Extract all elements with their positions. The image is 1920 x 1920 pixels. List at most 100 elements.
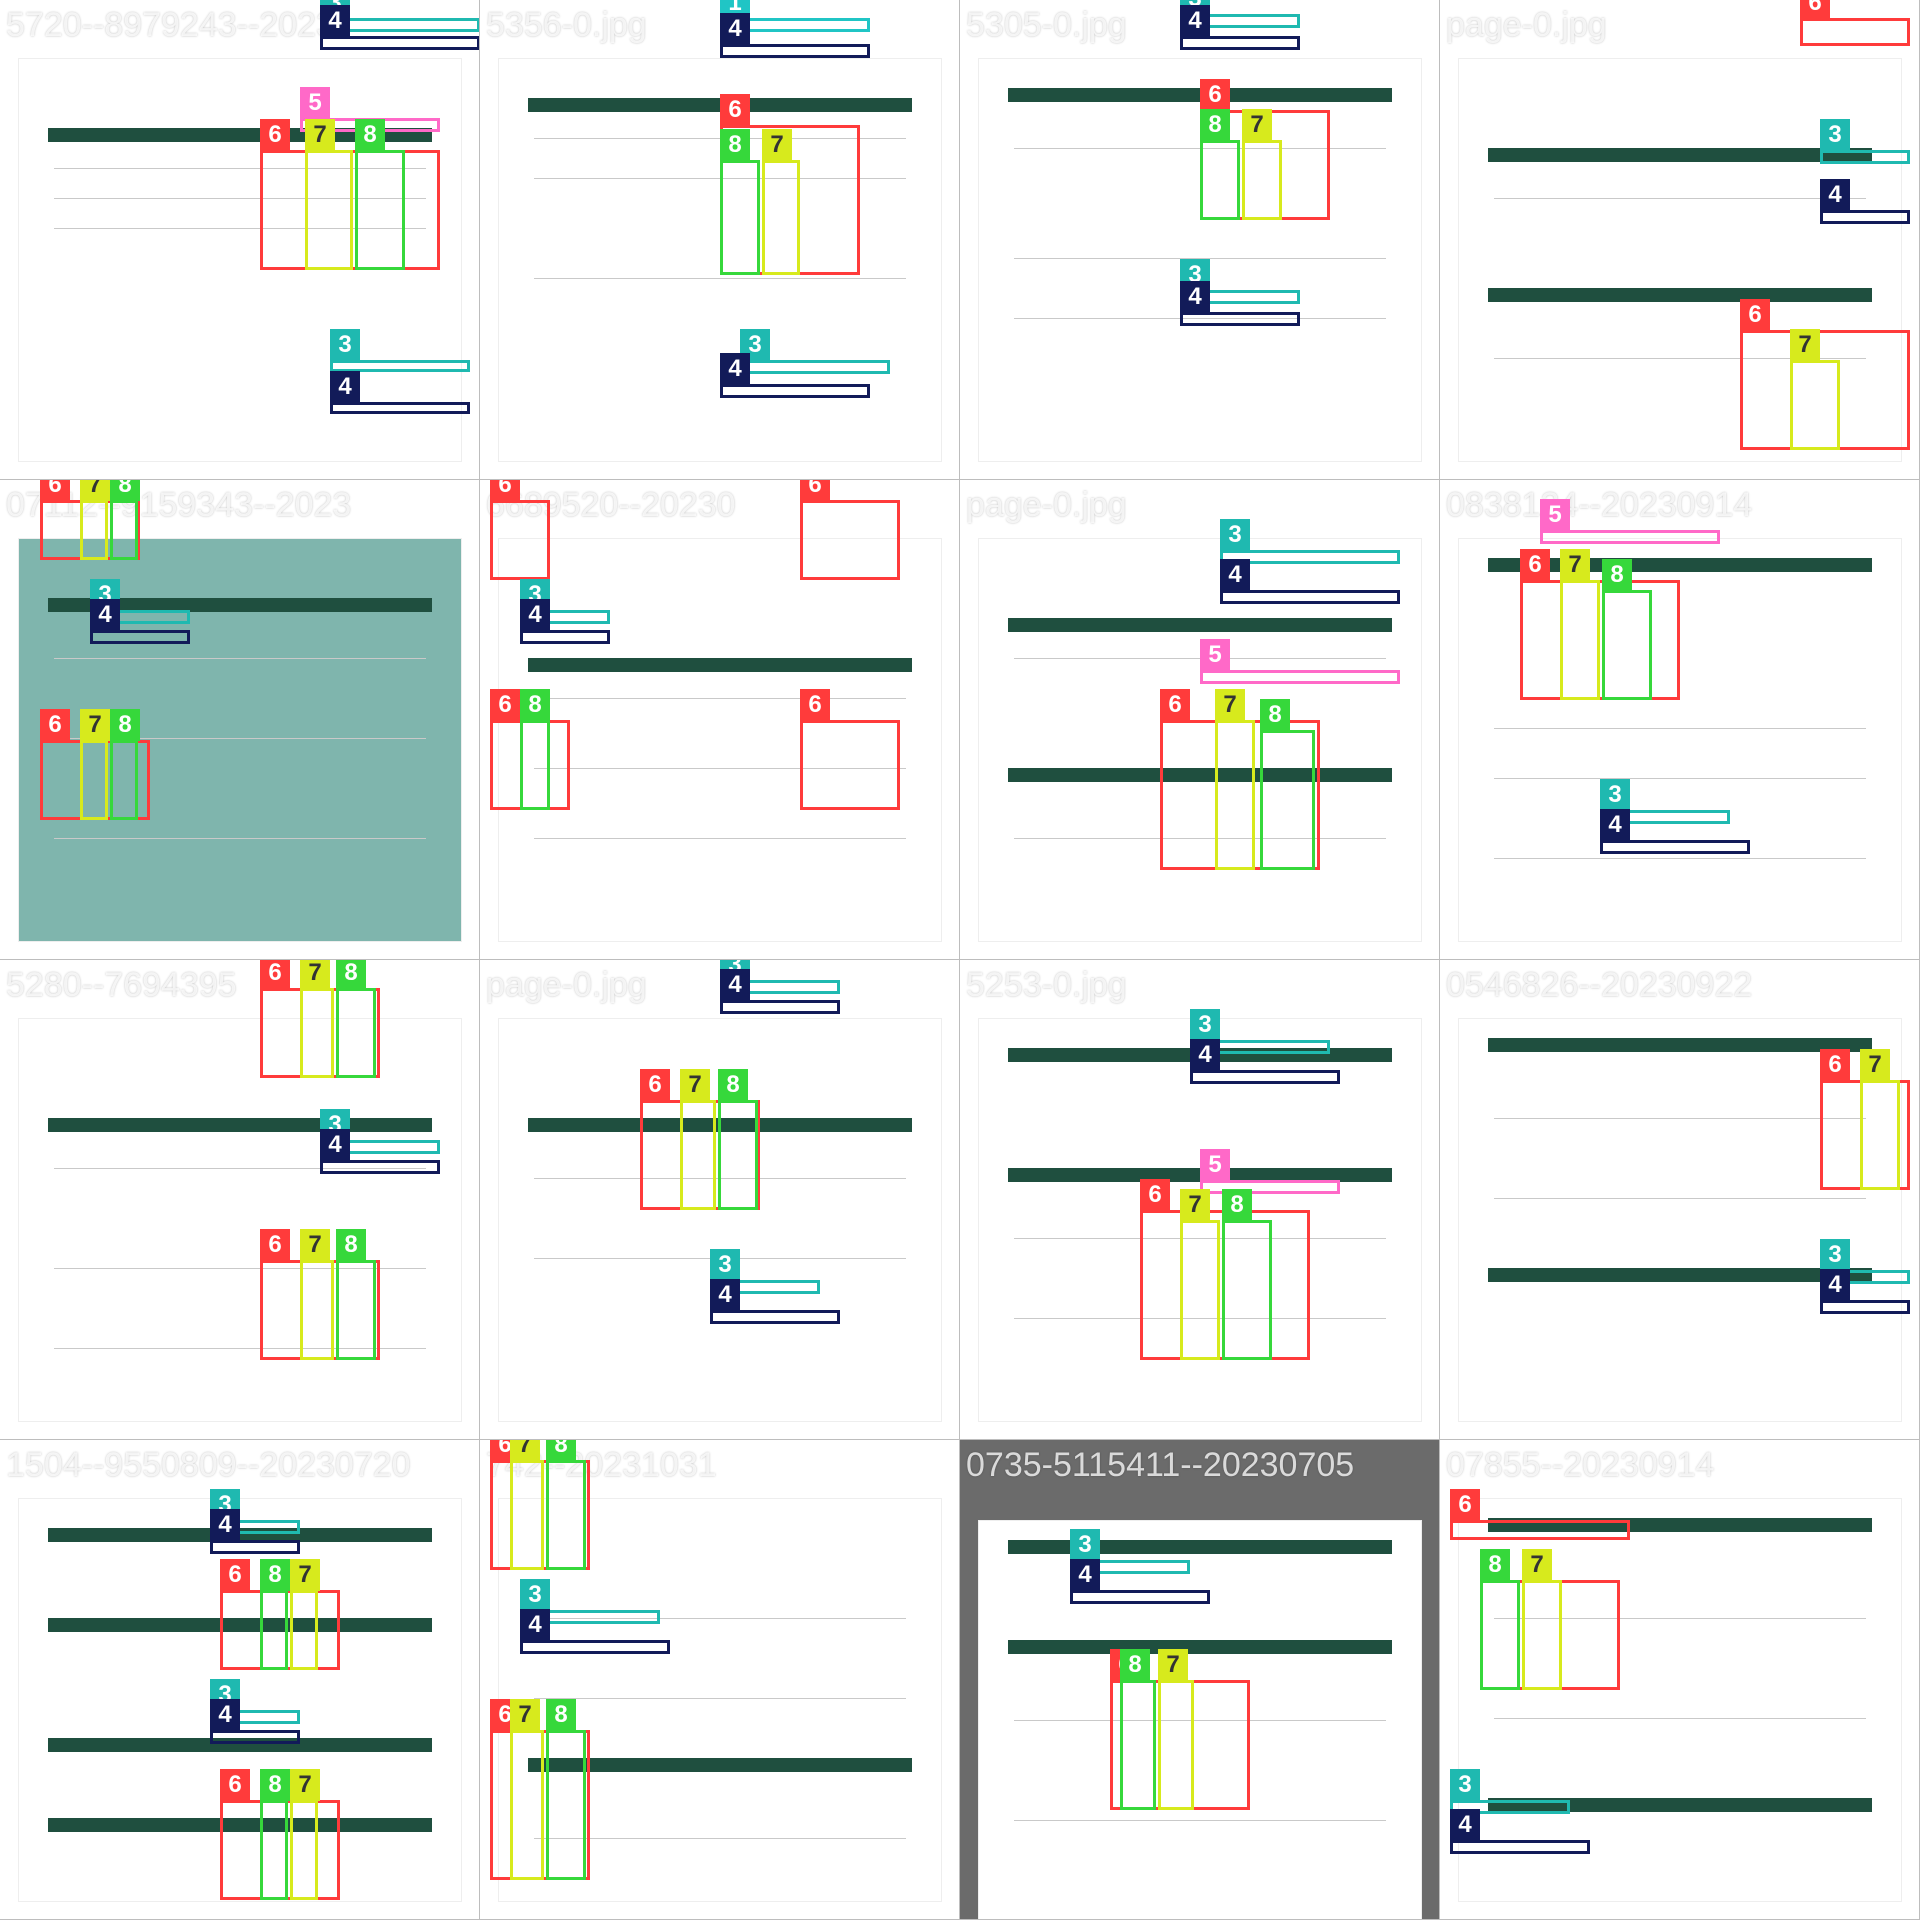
annotation-box: 6: [800, 480, 900, 580]
box-label: 6: [1740, 299, 1770, 331]
box-label: 7: [80, 709, 110, 741]
box-label: 8: [546, 1699, 576, 1731]
doc-header-bar: [1488, 1268, 1872, 1282]
box-label: 8: [355, 119, 385, 151]
box-label: 8: [110, 480, 140, 501]
tile-caption: 0546826--20230922: [1446, 966, 1753, 1004]
doc-line: [1494, 1198, 1866, 1199]
annotation-box: 7: [1242, 109, 1282, 220]
doc-header-bar: [528, 658, 912, 672]
annotation-box: 7: [80, 709, 110, 820]
box-label: 7: [305, 119, 335, 151]
box-label: 4: [1600, 809, 1630, 841]
box-label: 6: [490, 689, 520, 721]
box-label: 8: [260, 1559, 290, 1591]
annotation-box: 8: [720, 129, 760, 275]
tile-0: 5720--8979243--2023 3 4 5 6 7 8 3 4: [0, 0, 480, 480]
annotation-box: 4: [320, 5, 479, 50]
annotation-box: 7: [680, 1069, 716, 1210]
box-label: 8: [1120, 1649, 1150, 1681]
annotation-box: 7: [300, 1229, 334, 1360]
box-label: 8: [260, 1769, 290, 1801]
box-label: 6: [220, 1769, 250, 1801]
box-label: 5: [300, 87, 330, 119]
box-label: 7: [290, 1769, 320, 1801]
box-label: 4: [1070, 1559, 1100, 1591]
annotation-box: 8: [336, 1229, 376, 1360]
tile-caption: 5305-0.jpg: [966, 6, 1127, 44]
box-label: 4: [720, 13, 750, 45]
doc-line: [1014, 1820, 1386, 1821]
doc-line: [534, 278, 906, 279]
box-label: 8: [336, 1229, 366, 1261]
box-label: 4: [210, 1699, 240, 1731]
annotation-box: 5: [1200, 1149, 1340, 1194]
annotation-box: 7: [305, 119, 353, 270]
doc-line: [534, 1698, 906, 1699]
doc-line: [54, 838, 426, 839]
box-label: 8: [1260, 699, 1290, 731]
annotation-box: 4: [710, 1279, 840, 1324]
annotation-box: 6: [800, 689, 900, 810]
box-label: 4: [320, 1129, 350, 1161]
tile-8: 5280--7694395 6 7 8 3 4 6 7 8: [0, 960, 480, 1440]
annotation-box: 7: [290, 1769, 320, 1900]
annotation-box: 4: [1220, 559, 1400, 604]
doc-line: [534, 838, 906, 839]
annotation-box: 4: [210, 1509, 300, 1554]
document-scan: [18, 1018, 462, 1422]
tile-5: 6689520--20230 6 3 4 6 8 6 6: [480, 480, 960, 960]
tile-14: 0735-5115411--20230705 3 4 6 8 7: [960, 1440, 1440, 1920]
box-label: 6: [40, 709, 70, 741]
annotation-box: 4: [720, 13, 870, 58]
box-label: 6: [1450, 1489, 1480, 1521]
annotation-box: 7: [1215, 689, 1255, 870]
box-label: 6: [720, 94, 750, 126]
box-label: 4: [1180, 5, 1210, 37]
annotation-box: 8: [110, 480, 140, 560]
annotation-box: 8: [546, 1440, 586, 1570]
box-label: 4: [90, 599, 120, 631]
doc-header-bar: [1488, 288, 1872, 302]
box-label: 3: [520, 1579, 550, 1611]
annotation-box: 4: [1180, 5, 1300, 50]
annotation-box: 6: [1450, 1489, 1630, 1540]
annotation-box: 4: [1190, 1039, 1340, 1084]
box-label: 6: [260, 960, 290, 989]
box-label: 3: [1220, 519, 1250, 551]
box-label: 8: [520, 689, 550, 721]
annotation-box: 8: [1222, 1189, 1272, 1360]
tile-7: 0838124--20230914 5 6 7 8 3 4: [1440, 480, 1920, 960]
annotation-box: 8: [1200, 109, 1240, 220]
box-label: 4: [1820, 179, 1850, 211]
tile-caption: 5280--7694395: [6, 966, 237, 1004]
tile-12: 1504--9550809--20230720 3 4 6 8 7 3 4 6 …: [0, 1440, 480, 1920]
box-label: 3: [710, 1249, 740, 1281]
box-label: 8: [1200, 109, 1230, 141]
box-label: 5: [1200, 1149, 1230, 1181]
box-label: 6: [40, 480, 70, 501]
annotation-box: 7: [1560, 549, 1600, 700]
box-label: 7: [1790, 329, 1820, 361]
annotation-box: 8: [1260, 699, 1315, 870]
tile-1: 5356-0.jpg 1 4 6 8 7 3 4: [480, 0, 960, 480]
annotation-box: 3: [1820, 119, 1910, 164]
annotation-box: 8: [260, 1769, 290, 1900]
box-label: 7: [290, 1559, 320, 1591]
doc-line: [1494, 778, 1866, 779]
tile-caption: page-0.jpg: [1446, 6, 1607, 44]
box-label: 4: [720, 969, 750, 1001]
box-label: 8: [1480, 1549, 1510, 1581]
box-label: 7: [300, 960, 330, 989]
doc-header-bar: [1008, 1640, 1392, 1654]
annotation-box: 4: [330, 371, 470, 414]
box-label: 8: [718, 1069, 748, 1101]
annotation-box: 4: [90, 599, 190, 644]
tile-11: 0546826--20230922 6 7 3 4: [1440, 960, 1920, 1440]
doc-header-bar: [1008, 1540, 1392, 1554]
box-label: 6: [800, 480, 830, 501]
annotation-box: 4: [320, 1129, 440, 1174]
box-label: 6: [800, 689, 830, 721]
annotation-box: 8: [336, 960, 376, 1078]
annotation-box: 4: [1820, 179, 1910, 224]
